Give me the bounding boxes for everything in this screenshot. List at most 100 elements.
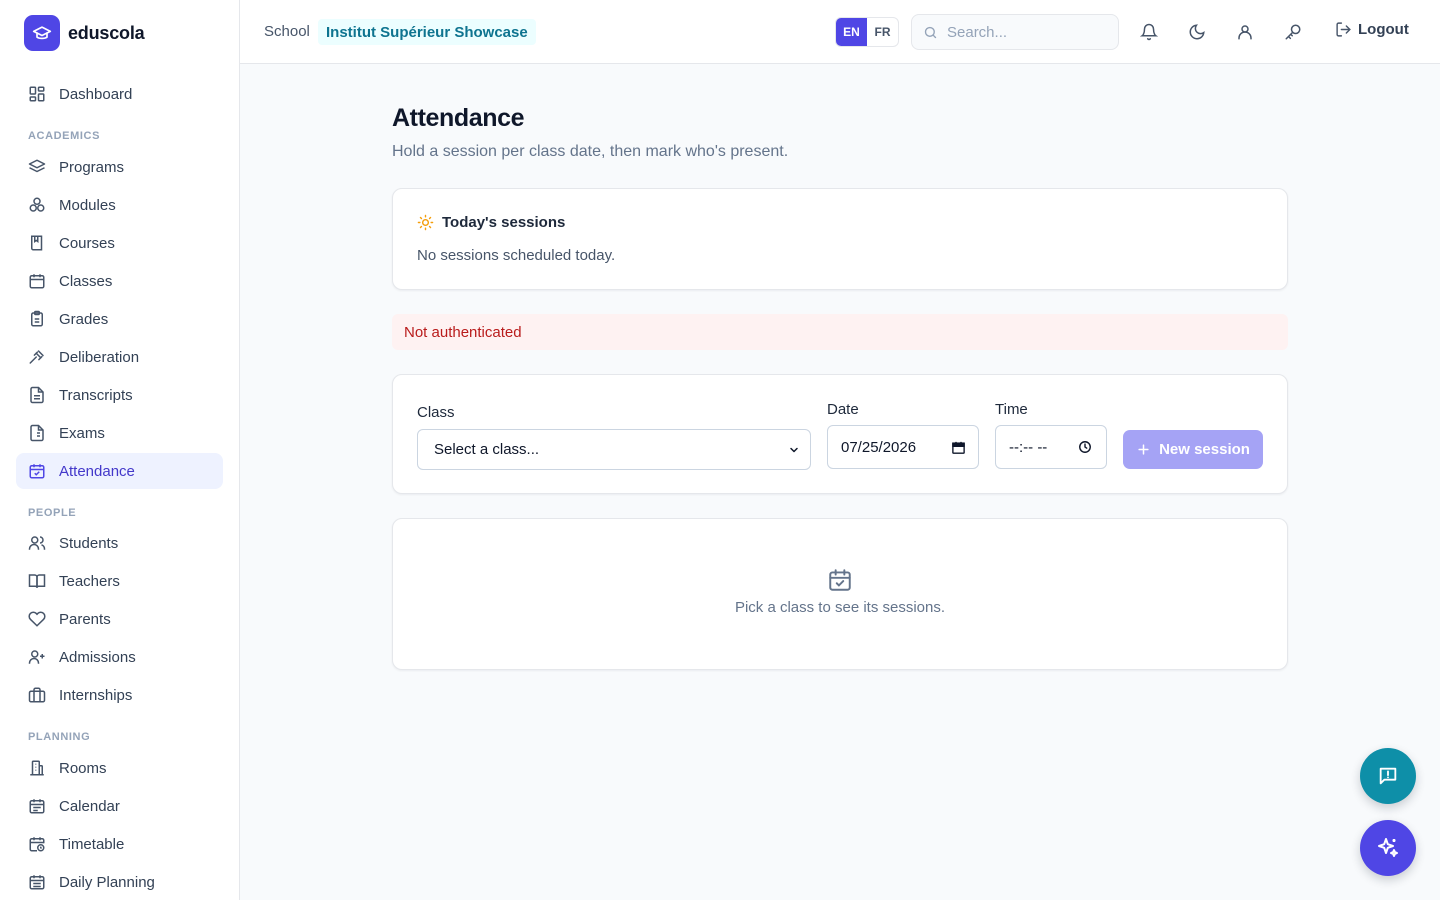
bell-icon[interactable] xyxy=(1137,20,1161,44)
feedback-chat-button[interactable] xyxy=(1360,748,1416,804)
moon-icon[interactable] xyxy=(1185,20,1209,44)
sun-icon xyxy=(417,214,434,231)
exam-sheet-icon xyxy=(28,424,46,442)
sidebar-item-label: Timetable xyxy=(59,835,125,853)
today-sessions-empty-text: No sessions scheduled today. xyxy=(417,247,616,264)
plus-icon xyxy=(1136,442,1151,457)
key-icon[interactable] xyxy=(1281,20,1305,44)
sidebar-item-label: Exams xyxy=(59,424,105,442)
sidebar-item-timetable[interactable]: Timetable xyxy=(16,826,223,862)
sidebar-item-dashboard[interactable]: Dashboard xyxy=(16,76,223,112)
ai-assistant-button[interactable] xyxy=(1360,820,1416,876)
new-session-button[interactable]: New session xyxy=(1123,430,1263,469)
sidebar-item-courses[interactable]: Courses xyxy=(16,225,223,261)
search-input[interactable] xyxy=(947,23,1107,41)
date-input-value: 07/25/2026 xyxy=(841,438,917,456)
sidebar-item-label: Rooms xyxy=(59,759,107,777)
message-alert-icon xyxy=(1377,765,1399,787)
brand-name: eduscola xyxy=(68,22,145,43)
time-input[interactable]: --:-- -- xyxy=(995,425,1107,469)
sidebar: eduscola Dashboard ACADEMICS Programs Mo… xyxy=(0,0,240,900)
users-icon xyxy=(28,534,46,552)
sidebar-item-label: Teachers xyxy=(59,572,120,590)
error-alert: Not authenticated xyxy=(392,314,1288,350)
time-input-value: --:-- -- xyxy=(1009,438,1048,456)
sidebar-item-attendance[interactable]: Attendance xyxy=(16,453,223,489)
clipboard-icon xyxy=(28,310,46,328)
sidebar-item-parents[interactable]: Parents xyxy=(16,601,223,637)
sidebar-item-deliberation[interactable]: Deliberation xyxy=(16,339,223,375)
sidebar-item-calendar[interactable]: Calendar xyxy=(16,788,223,824)
school-name-badge[interactable]: Institut Supérieur Showcase xyxy=(318,19,536,45)
sidebar-item-label: Courses xyxy=(59,234,115,252)
sidebar-item-students[interactable]: Students xyxy=(16,525,223,561)
sidebar-item-label: Daily Planning xyxy=(59,873,155,891)
sidebar-item-label: Attendance xyxy=(59,462,135,480)
sidebar-item-internships[interactable]: Internships xyxy=(16,677,223,713)
class-label: Class xyxy=(417,404,455,421)
lang-fr-button[interactable]: FR xyxy=(867,18,898,46)
new-session-label: New session xyxy=(1159,441,1250,458)
book-icon xyxy=(28,234,46,252)
sidebar-item-grades[interactable]: Grades xyxy=(16,301,223,337)
topbar: School Institut Supérieur Showcase EN FR… xyxy=(240,0,1440,64)
empty-state-text: Pick a class to see its sessions. xyxy=(734,599,946,616)
sidebar-item-label: Grades xyxy=(59,310,109,328)
calendar-check-icon xyxy=(28,462,46,480)
nav-section-people: PEOPLE xyxy=(28,507,77,519)
sidebar-item-label: Parents xyxy=(59,610,111,628)
clock-icon[interactable] xyxy=(1078,440,1092,454)
search-box[interactable] xyxy=(911,14,1119,50)
sidebar-item-label: Programs xyxy=(59,158,125,176)
briefcase-icon xyxy=(28,686,46,704)
sidebar-item-teachers[interactable]: Teachers xyxy=(16,563,223,599)
sidebar-item-modules[interactable]: Modules xyxy=(16,187,223,223)
sidebar-item-label: Admissions xyxy=(59,648,136,666)
sidebar-item-admissions[interactable]: Admissions xyxy=(16,639,223,675)
user-icon[interactable] xyxy=(1233,20,1257,44)
search-icon xyxy=(923,25,938,40)
sidebar-item-programs[interactable]: Programs xyxy=(16,149,223,185)
document-icon xyxy=(28,386,46,404)
user-plus-icon xyxy=(28,648,46,666)
class-select-value: Select a class... xyxy=(434,441,540,458)
sidebar-item-rooms[interactable]: Rooms xyxy=(16,750,223,786)
gavel-icon xyxy=(28,348,46,366)
sidebar-item-label: Internships xyxy=(59,686,133,704)
calendar-check-icon xyxy=(827,567,853,593)
calendar-grid-icon xyxy=(28,272,46,290)
sidebar-item-exams[interactable]: Exams xyxy=(16,415,223,451)
logout-icon xyxy=(1335,21,1352,38)
sidebar-item-daily-planning[interactable]: Daily Planning xyxy=(16,864,223,900)
modules-icon xyxy=(28,196,46,214)
heart-icon xyxy=(28,610,46,628)
open-book-icon xyxy=(28,572,46,590)
school-label: School xyxy=(264,23,310,40)
nav-section-planning: PLANNING xyxy=(28,731,91,743)
sidebar-item-classes[interactable]: Classes xyxy=(16,263,223,299)
nav-section-academics: ACADEMICS xyxy=(28,130,101,142)
brand[interactable]: eduscola xyxy=(24,15,145,51)
sidebar-item-label: Transcripts xyxy=(59,386,133,404)
chevron-down-icon xyxy=(788,444,800,456)
date-input[interactable]: 07/25/2026 xyxy=(827,425,979,469)
sidebar-item-transcripts[interactable]: Transcripts xyxy=(16,377,223,413)
layers-icon xyxy=(28,158,46,176)
logout-label: Logout xyxy=(1358,21,1409,38)
sidebar-item-label: Dashboard xyxy=(59,85,133,103)
building-icon xyxy=(28,759,46,777)
sidebar-item-label: Modules xyxy=(59,196,116,214)
logout-button[interactable]: Logout xyxy=(1335,21,1409,38)
sidebar-item-label: Deliberation xyxy=(59,348,140,366)
session-form-card: Class Select a class... Date 07/25/2026 … xyxy=(392,374,1288,494)
today-sessions-card: Today's sessions No sessions scheduled t… xyxy=(392,188,1288,290)
calendar-clock-icon xyxy=(28,835,46,853)
language-toggle: EN FR xyxy=(835,17,899,47)
page-subtitle: Hold a session per class date, then mark… xyxy=(392,143,789,160)
class-select[interactable]: Select a class... xyxy=(417,429,811,470)
calendar-picker-icon[interactable] xyxy=(951,440,966,455)
time-label: Time xyxy=(995,401,1028,418)
calendar-list-icon xyxy=(28,873,46,891)
today-sessions-header: Today's sessions xyxy=(417,214,565,231)
lang-en-button[interactable]: EN xyxy=(836,18,867,46)
